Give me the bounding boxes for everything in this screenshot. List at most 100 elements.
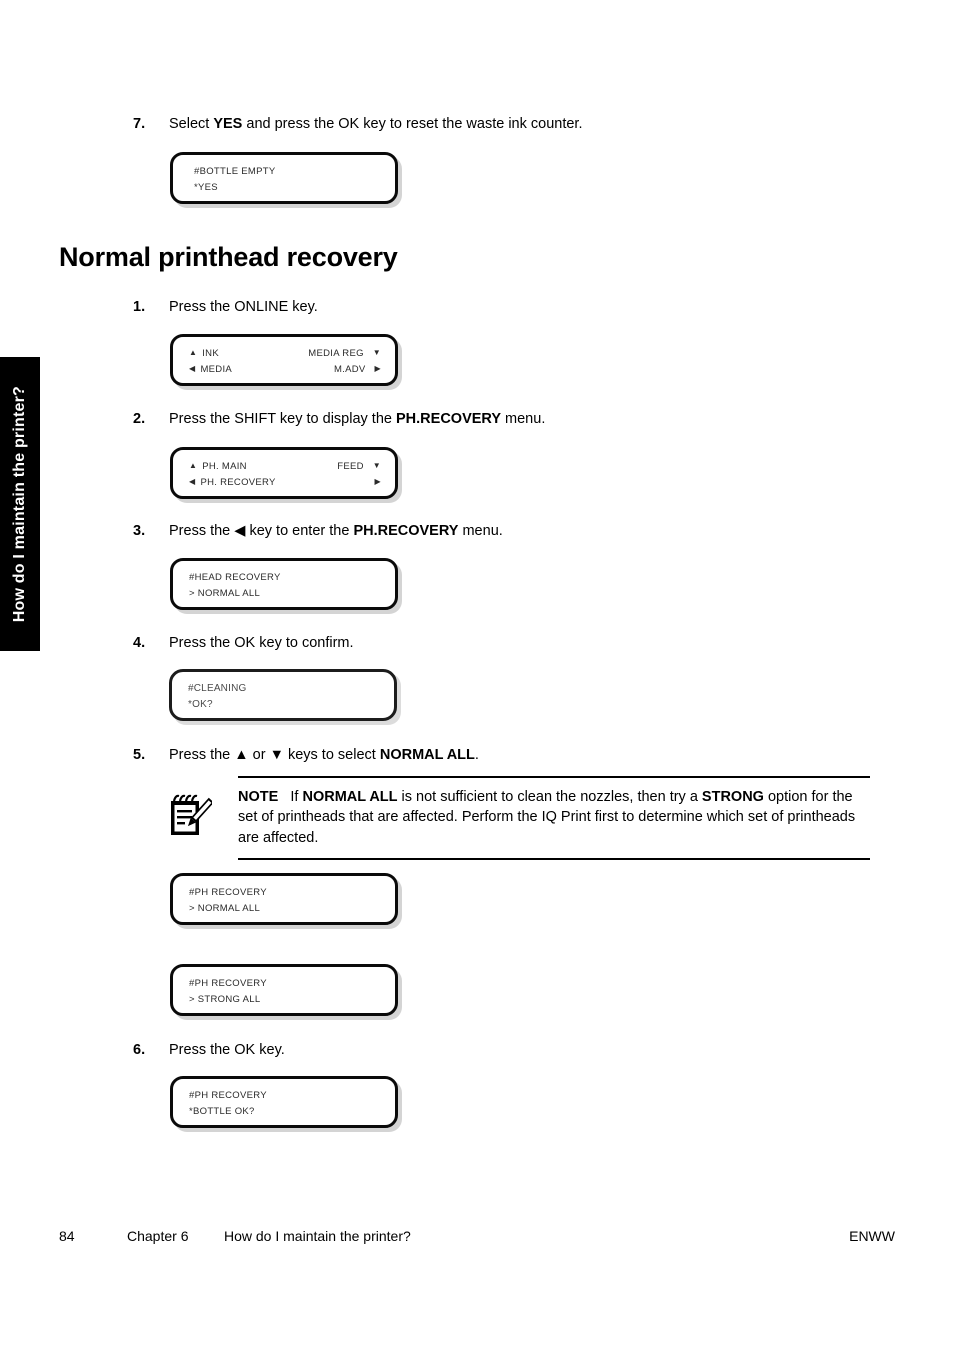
lcd-row-1-left: #PH RECOVERY [189,978,267,989]
lcd-panel-ph-recovery-normal: #PH RECOVERY > NORMAL ALL [170,873,402,929]
right-arrow-icon: ▶ [374,477,381,486]
lcd-rows: #HEAD RECOVERY > NORMAL ALL [189,569,381,601]
note-block: NOTE If NORMAL ALL is not sufficient to … [168,776,870,860]
step-7: 7. Select YES and press the OK key to re… [133,115,583,135]
lcd-row-1-left-text: #HEAD RECOVERY [189,571,281,583]
note-bottom-rule [238,858,870,860]
page-title: Normal printhead recovery [59,242,398,272]
lcd-row-2-left: ◀ MEDIA [189,364,232,375]
step-7-text: Select YES and press the OK key to reset… [169,116,583,132]
up-arrow-icon: ▲ [189,348,198,357]
step-1-number: 1. [133,299,146,315]
lcd-row-2-left-text: *YES [194,181,218,193]
step-4: 4. Press the OK key to confirm. [133,634,354,654]
lcd-row-1-left: ▲ PH. MAIN [189,461,247,472]
lcd-panel-head-recovery: #HEAD RECOVERY > NORMAL ALL [170,558,402,614]
lcd-face: #CLEANING *OK? [169,669,397,721]
lcd-row-1-left: #PH RECOVERY [189,887,267,898]
lcd-row-2: *OK? [188,696,380,712]
lcd-row-2-left-text: > STRONG ALL [189,993,261,1005]
step-5-number: 5. [133,747,146,763]
lcd-row-2-left-text: *OK? [188,698,213,710]
lcd-row-2-left-text: MEDIA [200,363,233,375]
step-1: 1. Press the ONLINE key. [133,298,318,318]
lcd-row-2-left: > NORMAL ALL [189,903,260,914]
lcd-row-1-left-text: #PH RECOVERY [189,1089,267,1101]
lcd-row-2-left: *BOTTLE OK? [189,1106,255,1117]
lcd-face: #PH RECOVERY > NORMAL ALL [170,873,398,925]
lcd-row-2: > STRONG ALL [189,991,381,1007]
lcd-row-2-left-text: PH. RECOVERY [200,476,276,488]
up-arrow-icon: ▲ [189,461,198,470]
lcd-row-2-left: > NORMAL ALL [189,588,260,599]
lcd-row-1: #CLEANING [188,680,380,696]
lcd-row-1-left-text: #CLEANING [188,682,247,694]
lcd-row-1-right: FEED ▼ [337,461,381,472]
lcd-row-2-left-text: > NORMAL ALL [189,902,261,914]
lcd-row-2-left: ◀ PH. RECOVERY [189,477,276,488]
document-page: 7. Select YES and press the OK key to re… [0,0,954,1352]
lcd-row-1: #PH RECOVERY [189,884,381,900]
step-5: 5. Press the ▲ or ▼ keys to select NORMA… [133,746,479,766]
lcd-row-1-right-text: MEDIA REG [308,347,364,359]
lcd-panel-online: ▲ INK MEDIA REG ▼ ◀ MEDIA M.ADV ▶ [170,334,402,390]
lcd-row-1-left-text: #PH RECOVERY [189,977,267,989]
left-arrow-icon: ◀ [189,477,196,486]
left-arrow-icon: ◀ [189,364,196,373]
step-6-number: 6. [133,1042,146,1058]
lcd-row-1-right: MEDIA REG ▼ [308,348,381,359]
right-arrow-icon: ▶ [374,364,381,373]
lcd-rows: #PH RECOVERY *BOTTLE OK? [189,1087,381,1119]
step-5-text: Press the ▲ or ▼ keys to select NORMAL A… [169,747,479,763]
lcd-panel-ph-main: ▲ PH. MAIN FEED ▼ ◀ PH. RECOVERY ▶ [170,447,402,503]
footer-enww: ENWW [849,1228,895,1244]
lcd-row-1-left: ▲ INK [189,348,219,359]
step-4-number: 4. [133,635,146,651]
step-2-text: Press the SHIFT key to display the PH.RE… [169,411,546,427]
lcd-face: ▲ PH. MAIN FEED ▼ ◀ PH. RECOVERY ▶ [170,447,398,499]
lcd-row-2-right-text: M.ADV [333,363,366,375]
lcd-row-2: ◀ MEDIA M.ADV ▶ [189,361,381,377]
lcd-row-2-left: *OK? [188,699,213,710]
lcd-rows: ▲ INK MEDIA REG ▼ ◀ MEDIA M.ADV ▶ [189,345,381,377]
lcd-rows: #PH RECOVERY > NORMAL ALL [189,884,381,916]
lcd-row-1-left: #HEAD RECOVERY [189,572,281,583]
lcd-row-1: #BOTTLE EMPTY [189,163,381,179]
step-4-text: Press the OK key to confirm. [169,635,354,651]
lcd-row-2: > NORMAL ALL [189,900,381,916]
lcd-row-2: *BOTTLE OK? [189,1103,381,1119]
lcd-rows: #CLEANING *OK? [188,680,380,712]
lcd-row-1-left: #CLEANING [188,683,247,694]
lcd-row-1: #PH RECOVERY [189,975,381,991]
lcd-row-2-left: *YES [189,182,218,193]
note-body: NOTE If NORMAL ALL is not sufficient to … [168,778,870,859]
lcd-rows: #PH RECOVERY > STRONG ALL [189,975,381,1007]
lcd-row-1-left-text: PH. MAIN [202,460,247,472]
lcd-row-2: > NORMAL ALL [189,585,381,601]
page-footer: 84 Chapter 6 How do I maintain the print… [59,1228,895,1244]
lcd-row-1: ▲ INK MEDIA REG ▼ [189,345,381,361]
lcd-row-1-left-text: #PH RECOVERY [189,886,267,898]
lcd-rows: ▲ PH. MAIN FEED ▼ ◀ PH. RECOVERY ▶ [189,458,381,490]
step-2: 2. Press the SHIFT key to display the PH… [133,410,545,430]
lcd-row-1-left: #PH RECOVERY [189,1090,267,1101]
note-label: NOTE [238,788,279,805]
lcd-row-2-left: > STRONG ALL [189,994,260,1005]
lcd-row-1-left: #BOTTLE EMPTY [189,166,276,177]
lcd-row-2: *YES [189,179,381,195]
step-7-number: 7. [133,116,146,132]
step-2-number: 2. [133,411,146,427]
lcd-row-1: ▲ PH. MAIN FEED ▼ [189,458,381,474]
lcd-face: ▲ INK MEDIA REG ▼ ◀ MEDIA M.ADV ▶ [170,334,398,386]
down-arrow-icon: ▼ [372,461,381,470]
lcd-row-2-left-text: *BOTTLE OK? [189,1105,255,1117]
lcd-face: #BOTTLE EMPTY *YES [170,152,398,204]
step-3: 3. Press the ◀ key to enter the PH.RECOV… [133,522,503,542]
step-1-text: Press the ONLINE key. [169,299,318,315]
lcd-face: #HEAD RECOVERY > NORMAL ALL [170,558,398,610]
lcd-panel-cleaning: #CLEANING *OK? [169,669,401,725]
notepad-pencil-icon [168,787,238,849]
lcd-row-1: #HEAD RECOVERY [189,569,381,585]
lcd-row-2: ◀ PH. RECOVERY ▶ [189,474,381,490]
step-3-number: 3. [133,523,146,539]
